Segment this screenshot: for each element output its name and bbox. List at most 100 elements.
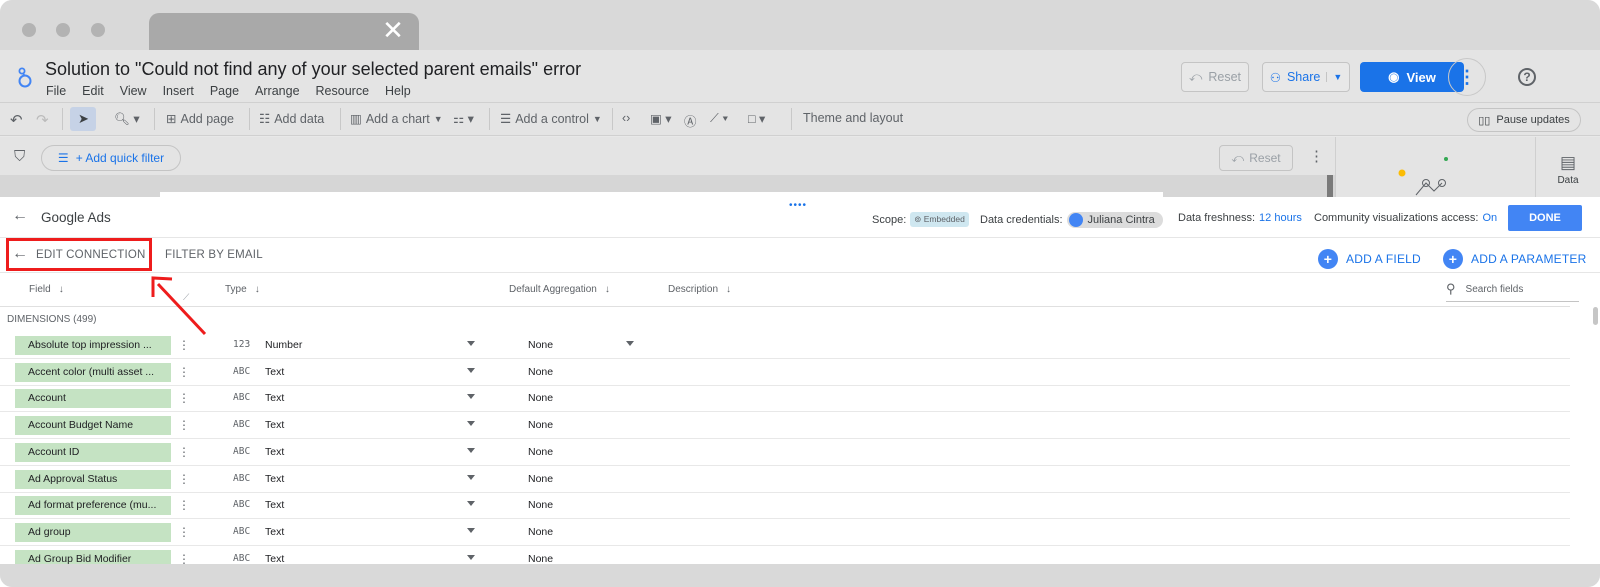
chevron-down-icon[interactable] (626, 341, 634, 346)
pause-updates-button[interactable]: ▯▯ Pause updates (1467, 108, 1581, 132)
field-type-select[interactable]: Text (265, 526, 284, 538)
help-icon[interactable]: ? (1518, 68, 1536, 86)
column-header-field[interactable]: Field ↓ (29, 284, 64, 295)
add-parameter-button[interactable]: + ADD A PARAMETER (1443, 249, 1586, 269)
field-more-icon[interactable]: ⋮ (178, 496, 190, 515)
chevron-down-icon[interactable] (467, 555, 475, 560)
menu-resource[interactable]: Resource (316, 84, 370, 98)
chevron-down-icon[interactable] (467, 528, 475, 533)
browser-tab[interactable] (149, 13, 419, 50)
field-more-icon[interactable]: ⋮ (178, 416, 190, 435)
tab-close-icon[interactable]: ✕ (380, 18, 406, 44)
field-type-select[interactable]: Text (265, 392, 284, 404)
aggregation-select[interactable]: None (528, 446, 553, 458)
field-name-chip[interactable]: Ad Approval Status (15, 470, 171, 489)
field-type-select[interactable]: Text (265, 419, 284, 431)
share-button[interactable]: ⚇ Share ▼ (1262, 62, 1350, 92)
field-name-chip[interactable]: Ad group (15, 523, 171, 542)
table-scrollbar[interactable] (1593, 307, 1598, 325)
menu-edit[interactable]: Edit (82, 84, 104, 98)
field-more-icon[interactable]: ⋮ (178, 336, 190, 355)
field-row[interactable]: Absolute top impression ... ⋮ 123 Number Non… (0, 333, 1570, 359)
aggregation-select[interactable]: None (528, 339, 553, 351)
chevron-down-icon[interactable] (467, 501, 475, 506)
menu-help[interactable]: Help (385, 84, 411, 98)
scope-chip[interactable]: ⊚ Embedded (910, 212, 969, 227)
field-type-select[interactable]: Text (265, 366, 284, 378)
theme-layout-button[interactable]: Theme and layout (803, 111, 903, 125)
field-more-icon[interactable]: ⋮ (178, 389, 190, 408)
column-header-type[interactable]: Type ↓ (225, 284, 260, 295)
menu-arrange[interactable]: Arrange (255, 84, 299, 98)
chevron-down-icon[interactable] (467, 475, 475, 480)
field-more-icon[interactable]: ⋮ (178, 470, 190, 489)
field-row[interactable]: Ad format preference (mu... ⋮ ABC Text None (0, 493, 1570, 519)
field-type-select[interactable]: Text (265, 473, 284, 485)
undo-icon[interactable]: ↶ (10, 111, 23, 129)
window-close-dot[interactable] (22, 23, 36, 37)
field-name-chip[interactable]: Account Budget Name (15, 416, 171, 435)
aggregation-select[interactable]: None (528, 392, 553, 404)
search-fields-input[interactable]: ⚲ Search fields (1446, 281, 1579, 302)
aggregation-select[interactable]: None (528, 366, 553, 378)
data-source-name[interactable]: Google Ads (41, 210, 111, 225)
filter-icon[interactable]: ⛉ (14, 148, 25, 165)
back-arrow-icon[interactable]: ← (12, 207, 28, 225)
aggregation-select[interactable]: None (528, 526, 553, 538)
field-name-chip[interactable]: Account ID (15, 443, 171, 462)
menu-insert[interactable]: Insert (163, 84, 194, 98)
chevron-down-icon[interactable] (467, 394, 475, 399)
add-chart-button[interactable]: ▥ Add a chart ▼ (350, 111, 443, 127)
chevron-down-icon[interactable] (467, 421, 475, 426)
share-dropdown-icon[interactable]: ▼ (1326, 72, 1342, 82)
add-quick-filter-button[interactable]: ☰ + Add quick filter (41, 145, 181, 171)
field-type-select[interactable]: Number (265, 339, 302, 351)
add-control-button[interactable]: ☰ Add a control ▼ (500, 111, 602, 127)
window-zoom-dot[interactable] (91, 23, 105, 37)
embed-code-icon[interactable]: ‹› (622, 111, 630, 125)
menu-page[interactable]: Page (210, 84, 239, 98)
field-row[interactable]: Account ID ⋮ ABC Text None (0, 440, 1570, 466)
field-more-icon[interactable]: ⋮ (178, 443, 190, 462)
text-box-icon[interactable]: Ⓐ (684, 111, 697, 130)
filter-more-icon[interactable]: ⋮ (1309, 147, 1324, 165)
field-more-icon[interactable]: ⋮ (178, 363, 190, 382)
chevron-down-icon[interactable] (467, 448, 475, 453)
chevron-down-icon[interactable] (467, 341, 475, 346)
field-name-chip[interactable]: Accent color (multi asset ... (15, 363, 171, 382)
field-row[interactable]: Accent color (multi asset ... ⋮ ABC Text Non… (0, 360, 1570, 386)
field-more-icon[interactable]: ⋮ (178, 523, 190, 542)
field-name-chip[interactable]: Absolute top impression ... (15, 336, 171, 355)
field-row[interactable]: Ad group ⋮ ABC Text None (0, 520, 1570, 546)
field-type-select[interactable]: Text (265, 446, 284, 458)
done-button[interactable]: DONE (1508, 205, 1582, 231)
column-resize-icon[interactable]: ⟋ (183, 292, 189, 303)
field-row[interactable]: Account ⋮ ABC Text None (0, 386, 1570, 412)
redo-icon[interactable]: ↷ (36, 111, 49, 129)
column-header-description[interactable]: Description ↓ (668, 284, 731, 295)
reset-button[interactable]: ⤺ Reset (1181, 62, 1249, 92)
add-field-button[interactable]: + ADD A FIELD (1318, 249, 1421, 269)
canvas-scrollbar[interactable] (1327, 175, 1333, 197)
community-viz-button[interactable]: ⚏ ▾ (453, 111, 474, 126)
zoom-icon[interactable]: 🔍︎ ▾ (114, 111, 140, 127)
report-title[interactable]: Solution to "Could not find any of your … (45, 59, 581, 80)
credentials-chip[interactable]: Juliana Cintra (1066, 212, 1163, 228)
field-type-select[interactable]: Text (265, 499, 284, 511)
add-page-button[interactable]: ⊞ Add page (166, 111, 234, 127)
add-data-button[interactable]: ☷ Add data (259, 111, 324, 127)
aggregation-select[interactable]: None (528, 419, 553, 431)
filter-reset-button[interactable]: ⤺ Reset (1219, 145, 1293, 171)
field-row[interactable]: Account Budget Name ⋮ ABC Text None (0, 413, 1570, 439)
window-minimize-dot[interactable] (56, 23, 70, 37)
filter-by-email-button[interactable]: FILTER BY EMAIL (165, 249, 263, 261)
chevron-down-icon[interactable] (467, 368, 475, 373)
field-row[interactable]: Ad Approval Status ⋮ ABC Text None (0, 467, 1570, 493)
data-panel-tab[interactable]: ▤ Data (1535, 137, 1600, 197)
image-icon[interactable]: ▣ ▾ (650, 111, 672, 126)
column-header-aggregation[interactable]: Default Aggregation ↓ (509, 284, 610, 295)
menu-file[interactable]: File (46, 84, 66, 98)
freshness-link[interactable]: 12 hours (1259, 212, 1302, 224)
line-icon[interactable]: ⟋ ▾ (710, 111, 728, 126)
field-name-chip[interactable]: Ad format preference (mu... (15, 496, 171, 515)
